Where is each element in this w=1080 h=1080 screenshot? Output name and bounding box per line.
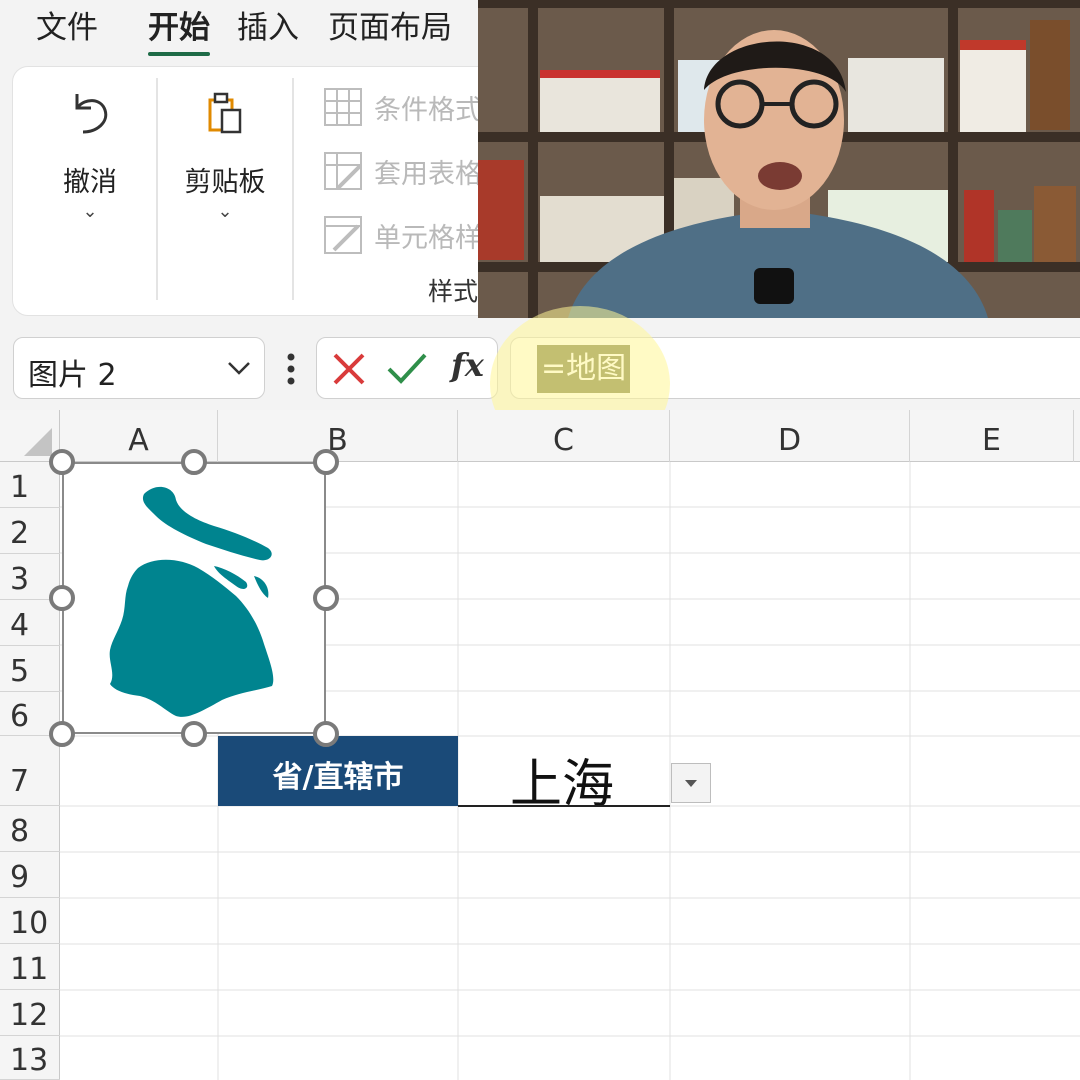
cell-c7-underline bbox=[458, 805, 670, 807]
presenter-video-image bbox=[478, 0, 1080, 318]
dropdown-arrow-icon bbox=[685, 780, 697, 787]
column-header-d[interactable]: D bbox=[670, 410, 910, 462]
row-header[interactable]: 11 bbox=[0, 944, 60, 990]
cell-style-icon bbox=[324, 216, 362, 254]
row-header[interactable]: 4 bbox=[0, 600, 60, 646]
more-options-icon[interactable] bbox=[286, 352, 296, 386]
tab-page-layout[interactable]: 页面布局 bbox=[328, 8, 452, 58]
cell-b7-text: 省/直辖市 bbox=[272, 760, 404, 795]
row-header[interactable]: 10 bbox=[0, 898, 60, 944]
undo-button[interactable]: 撤消 ⌄ bbox=[40, 88, 140, 222]
row-headers: 1 2 3 4 5 6 7 8 9 10 11 12 13 bbox=[0, 462, 60, 1080]
conditional-format-icon bbox=[324, 88, 362, 126]
clipboard-label: 剪贴板 bbox=[184, 167, 266, 198]
group-separator bbox=[292, 78, 294, 300]
name-box-value: 图片 2 bbox=[28, 358, 117, 393]
confirm-icon[interactable] bbox=[385, 349, 429, 389]
tab-home[interactable]: 开始 bbox=[148, 8, 210, 58]
column-header-b[interactable]: B bbox=[218, 410, 458, 462]
resize-handle-bottom-left[interactable] bbox=[49, 721, 75, 747]
presenter-video-overlay bbox=[478, 0, 1080, 318]
table-format-icon bbox=[324, 152, 362, 190]
cell-b7[interactable]: 省/直辖市 bbox=[218, 736, 458, 806]
cancel-icon[interactable] bbox=[329, 349, 369, 389]
tab-insert[interactable]: 插入 bbox=[237, 8, 299, 58]
row-header[interactable]: 9 bbox=[0, 852, 60, 898]
column-headers: A B C D E bbox=[0, 410, 1080, 462]
name-box[interactable]: 图片 2 bbox=[13, 337, 265, 399]
resize-handle-top[interactable] bbox=[181, 449, 207, 475]
column-header-c[interactable]: C bbox=[458, 410, 670, 462]
chevron-down-icon[interactable] bbox=[226, 358, 252, 378]
resize-handle-bottom[interactable] bbox=[181, 721, 207, 747]
clipboard-button[interactable]: 剪贴板 ⌄ bbox=[175, 88, 275, 222]
dropdown-button[interactable] bbox=[671, 763, 711, 803]
conditional-format-label: 条件格式 bbox=[374, 95, 482, 126]
resize-handle-top-right[interactable] bbox=[313, 449, 339, 475]
column-header-e[interactable]: E bbox=[910, 410, 1074, 462]
clipboard-icon bbox=[208, 92, 242, 134]
row-header[interactable]: 8 bbox=[0, 806, 60, 852]
tab-file[interactable]: 文件 bbox=[36, 8, 98, 58]
undo-icon bbox=[75, 94, 108, 134]
cell-c7[interactable]: 上海 bbox=[458, 736, 670, 815]
resize-handle-bottom-right[interactable] bbox=[313, 721, 339, 747]
formula-text: =地图 bbox=[537, 345, 631, 393]
row-header[interactable]: 7 bbox=[0, 736, 60, 806]
shanghai-map-icon bbox=[109, 486, 274, 717]
row-header[interactable]: 13 bbox=[0, 1036, 60, 1080]
group-separator bbox=[156, 78, 158, 300]
chevron-down-icon[interactable]: ⌄ bbox=[40, 201, 140, 222]
formula-buttons: fx bbox=[316, 337, 498, 399]
undo-label: 撤消 bbox=[63, 167, 117, 198]
formula-input[interactable]: =地图 bbox=[510, 337, 1080, 399]
chevron-down-icon[interactable]: ⌄ bbox=[175, 201, 275, 222]
row-header[interactable]: 12 bbox=[0, 990, 60, 1036]
resize-handle-left[interactable] bbox=[49, 585, 75, 611]
styles-group-label: 样式 bbox=[428, 277, 479, 306]
resize-handle-right[interactable] bbox=[313, 585, 339, 611]
row-header[interactable]: 5 bbox=[0, 646, 60, 692]
resize-handle-top-left[interactable] bbox=[49, 449, 75, 475]
insert-function-button[interactable]: fx bbox=[451, 346, 484, 384]
row-header[interactable]: 2 bbox=[0, 508, 60, 554]
map-picture[interactable] bbox=[62, 462, 326, 734]
